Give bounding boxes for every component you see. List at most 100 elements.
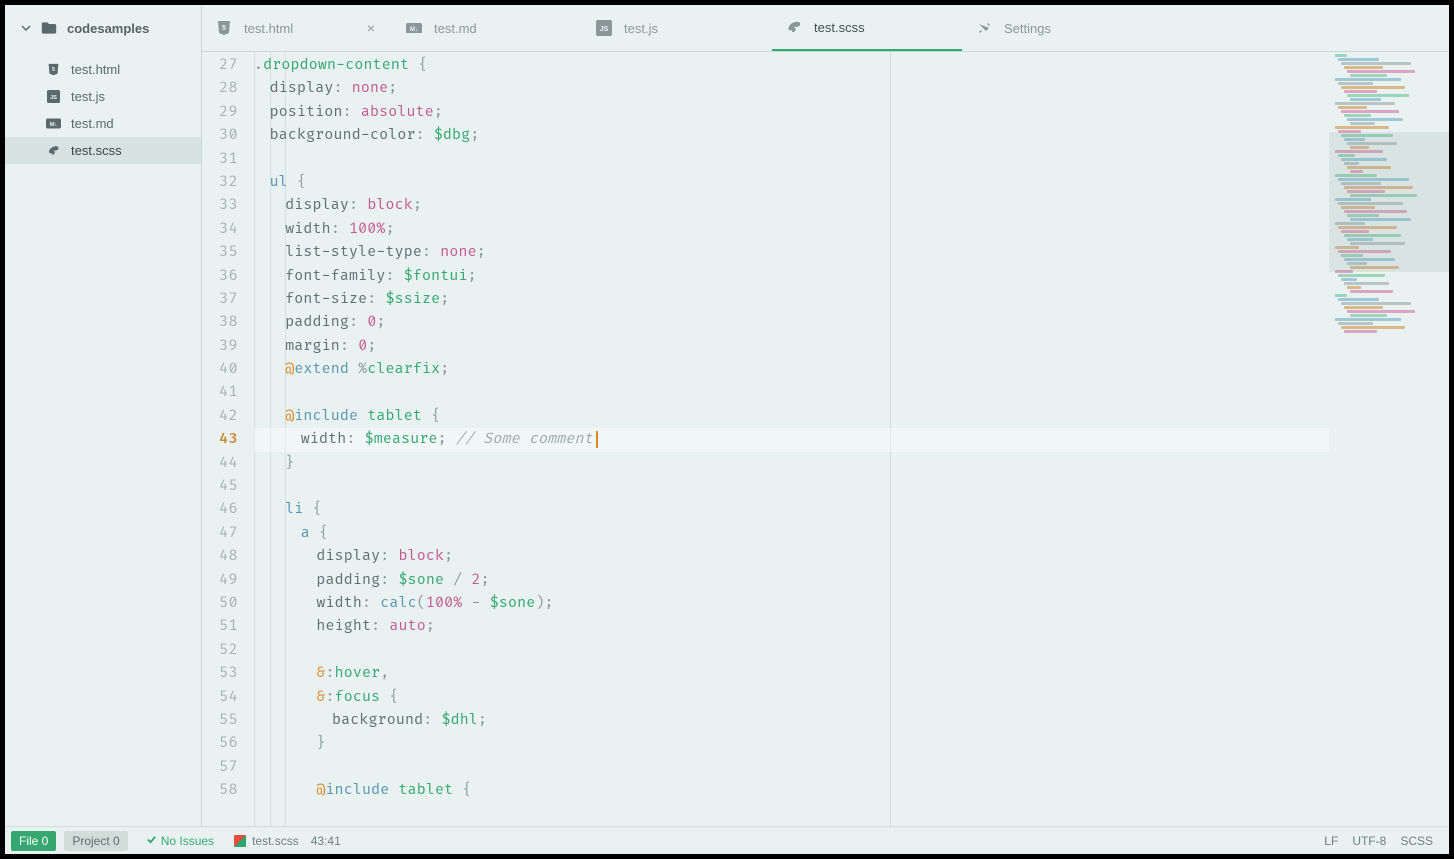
code-line[interactable] bbox=[254, 756, 1329, 779]
line-number: 52 bbox=[202, 639, 254, 662]
minimap-line bbox=[1338, 322, 1373, 325]
code-line[interactable]: display: block; bbox=[254, 545, 1329, 568]
minimap-line bbox=[1338, 58, 1379, 61]
minimap-line bbox=[1341, 110, 1399, 113]
file-tree: 5 test.html JStest.jsM↓test.md test.scss bbox=[5, 52, 201, 168]
code-line[interactable]: width: $measure; // Some comment bbox=[254, 428, 1329, 451]
editor-tab[interactable]: test.scss bbox=[772, 5, 962, 51]
code-line[interactable]: margin: 0; bbox=[254, 335, 1329, 358]
code-line[interactable] bbox=[254, 148, 1329, 171]
code-line[interactable]: } bbox=[254, 452, 1329, 475]
svg-text:M↓: M↓ bbox=[49, 122, 57, 128]
code-line[interactable]: @include tablet { bbox=[254, 405, 1329, 428]
file-tree-item-label: test.scss bbox=[71, 143, 122, 158]
line-number: 30 bbox=[202, 124, 254, 147]
code-line[interactable]: position: absolute; bbox=[254, 101, 1329, 124]
file-tree-item[interactable]: JStest.js bbox=[5, 83, 201, 110]
svg-text:JS: JS bbox=[50, 95, 57, 101]
status-language[interactable]: SCSS bbox=[1400, 834, 1433, 848]
chip-label: Project 0 bbox=[72, 834, 119, 848]
folder-icon bbox=[41, 21, 57, 35]
minimap-line bbox=[1335, 54, 1347, 57]
linter-project-chip[interactable]: Project 0 bbox=[64, 831, 127, 851]
line-number: 49 bbox=[202, 569, 254, 592]
file-tree-item[interactable]: test.scss bbox=[5, 137, 201, 164]
line-number: 45 bbox=[202, 475, 254, 498]
file-tree-item[interactable]: M↓test.md bbox=[5, 110, 201, 137]
chevron-down-icon bbox=[21, 25, 31, 31]
line-number: 47 bbox=[202, 522, 254, 545]
minimap-line bbox=[1350, 74, 1387, 77]
status-line-ending[interactable]: LF bbox=[1324, 834, 1338, 848]
file-tree-item[interactable]: 5 test.html bbox=[5, 56, 201, 83]
minimap-line bbox=[1347, 118, 1403, 121]
code-line[interactable]: width: 100%; bbox=[254, 218, 1329, 241]
file-tree-item-label: test.html bbox=[71, 62, 120, 77]
code-line[interactable]: height: auto; bbox=[254, 615, 1329, 638]
html-file-icon: 5 bbox=[45, 63, 61, 77]
code-line[interactable]: background: $dhl; bbox=[254, 709, 1329, 732]
line-number: 56 bbox=[202, 732, 254, 755]
editor-tab[interactable]: JStest.js bbox=[582, 5, 772, 51]
minimap[interactable] bbox=[1329, 52, 1449, 826]
code-line[interactable]: background-color: $dbg; bbox=[254, 124, 1329, 147]
code-line[interactable] bbox=[254, 639, 1329, 662]
code-line[interactable]: a { bbox=[254, 522, 1329, 545]
minimap-line bbox=[1335, 294, 1347, 297]
code-line[interactable]: &:focus { bbox=[254, 686, 1329, 709]
code-line[interactable]: display: block; bbox=[254, 194, 1329, 217]
code-line[interactable]: list-style-type: none; bbox=[254, 241, 1329, 264]
code-line[interactable]: font-size: $ssize; bbox=[254, 288, 1329, 311]
code-line[interactable]: @include tablet { bbox=[254, 779, 1329, 802]
code-line[interactable]: width: calc(100% - $sone); bbox=[254, 592, 1329, 615]
scss-file-icon bbox=[45, 144, 61, 158]
editor-tab[interactable]: M↓test.md bbox=[392, 5, 582, 51]
minimap-line bbox=[1350, 290, 1393, 293]
code-line[interactable] bbox=[254, 381, 1329, 404]
close-icon[interactable]: × bbox=[364, 20, 378, 36]
code-line[interactable]: font-family: $fontui; bbox=[254, 265, 1329, 288]
code-line[interactable]: } bbox=[254, 732, 1329, 755]
line-number: 38 bbox=[202, 311, 254, 334]
editor-tab[interactable]: Settings bbox=[962, 5, 1152, 51]
minimap-line bbox=[1341, 62, 1411, 65]
minimap-line bbox=[1347, 70, 1415, 73]
minimap-line bbox=[1341, 302, 1411, 305]
line-number: 51 bbox=[202, 615, 254, 638]
line-number: 37 bbox=[202, 288, 254, 311]
status-file-indicator[interactable]: test.scss 43:41 bbox=[234, 834, 341, 848]
code-line[interactable]: ul { bbox=[254, 171, 1329, 194]
minimap-line bbox=[1335, 78, 1401, 81]
editor-viewport[interactable]: 2728293031323334353637383940414243444546… bbox=[202, 52, 1449, 826]
code-line[interactable]: &:hover, bbox=[254, 662, 1329, 685]
js-file-icon: JS bbox=[45, 90, 61, 104]
line-number: 42 bbox=[202, 405, 254, 428]
editor-tab-label: Settings bbox=[1004, 21, 1138, 36]
line-number: 46 bbox=[202, 498, 254, 521]
project-root-row[interactable]: codesamples bbox=[5, 5, 201, 52]
linter-file-chip[interactable]: File 0 bbox=[11, 831, 56, 851]
minimap-line bbox=[1344, 306, 1383, 309]
no-issues-label[interactable]: No Issues bbox=[146, 834, 214, 848]
minimap-line bbox=[1341, 86, 1405, 89]
minimap-line bbox=[1347, 310, 1415, 313]
code-line[interactable]: .dropdown-content { bbox=[254, 54, 1329, 77]
code-line[interactable]: padding: 0; bbox=[254, 311, 1329, 334]
status-encoding[interactable]: UTF-8 bbox=[1352, 834, 1386, 848]
code-line[interactable]: @extend %clearfix; bbox=[254, 358, 1329, 381]
line-number: 27 bbox=[202, 54, 254, 77]
line-number: 41 bbox=[202, 381, 254, 404]
line-number: 31 bbox=[202, 148, 254, 171]
js-file-icon: JS bbox=[596, 20, 612, 36]
check-icon bbox=[146, 834, 157, 848]
minimap-line bbox=[1350, 122, 1375, 125]
code-content[interactable]: .dropdown-content {display: none;positio… bbox=[254, 52, 1329, 803]
tab-bar: 5test.html×M↓test.mdJStest.jstest.scss Se… bbox=[202, 5, 1449, 52]
minimap-viewport[interactable] bbox=[1329, 132, 1449, 272]
code-line[interactable]: li { bbox=[254, 498, 1329, 521]
code-line[interactable]: padding: $sone / 2; bbox=[254, 569, 1329, 592]
line-number: 58 bbox=[202, 779, 254, 802]
code-line[interactable]: display: none; bbox=[254, 77, 1329, 100]
code-line[interactable] bbox=[254, 475, 1329, 498]
editor-tab[interactable]: 5test.html× bbox=[202, 5, 392, 51]
